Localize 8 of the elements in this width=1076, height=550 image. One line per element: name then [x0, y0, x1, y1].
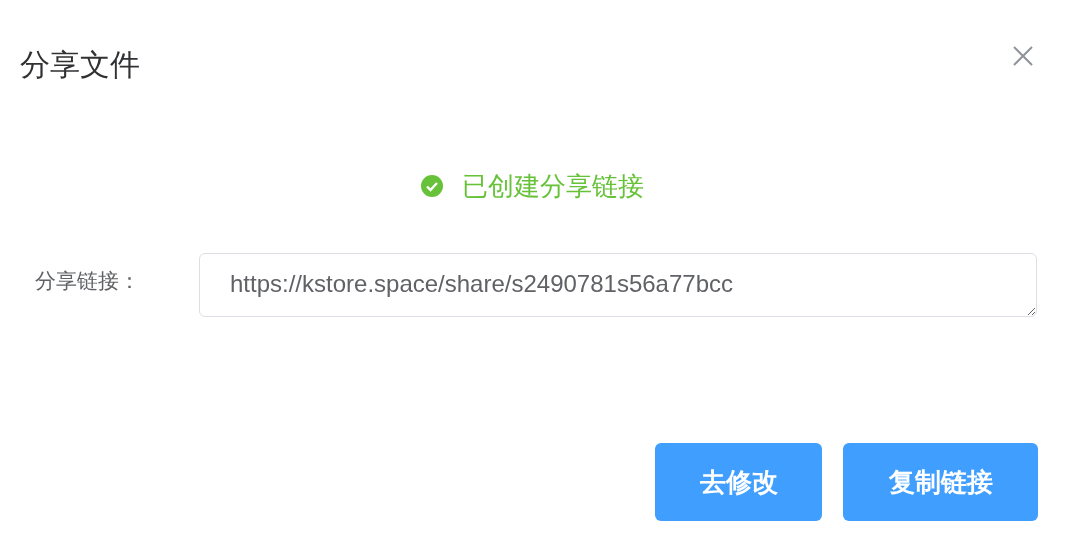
- dialog-title: 分享文件: [20, 46, 140, 84]
- edit-button[interactable]: 去修改: [655, 443, 822, 521]
- close-button[interactable]: [1012, 45, 1034, 67]
- copy-link-button[interactable]: 复制链接: [843, 443, 1038, 521]
- check-circle-icon: [420, 174, 444, 198]
- status-message: 已创建分享链接: [462, 170, 644, 203]
- link-field[interactable]: https://kstore.space/share/s2490781s56a77bcc: [199, 253, 1037, 317]
- field-label: 分享链接：: [34, 268, 141, 295]
